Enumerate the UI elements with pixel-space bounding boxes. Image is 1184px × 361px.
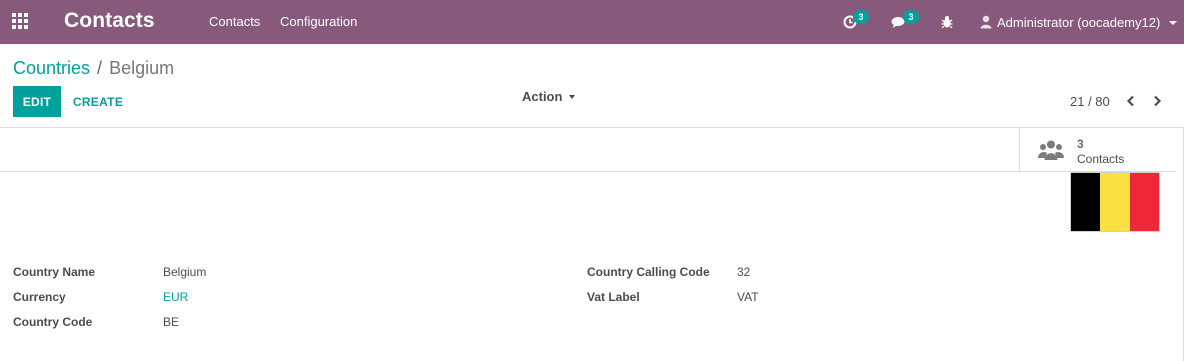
action-dropdown[interactable]: Action (522, 89, 576, 104)
main-navbar: Contacts Contacts Configuration 3 3 Admi… (0, 0, 1184, 44)
button-box-divider (0, 171, 1176, 172)
edit-button[interactable]: EDIT (13, 86, 61, 117)
create-button[interactable]: CREATE (64, 86, 132, 117)
menu-item-configuration[interactable]: Configuration (280, 14, 357, 29)
activity-button[interactable]: 3 (843, 10, 873, 32)
country-name-label: Country Name (13, 265, 96, 279)
messages-count-badge: 3 (903, 10, 919, 24)
flag-stripe-yellow (1100, 173, 1130, 231)
messages-button[interactable]: 3 (891, 10, 921, 32)
country-name-value: Belgium (163, 265, 207, 279)
calling-code-label: Country Calling Code (587, 265, 710, 279)
pager-previous-button[interactable] (1121, 91, 1139, 111)
users-icon (1038, 140, 1064, 160)
country-flag-image (1070, 172, 1160, 232)
currency-label: Currency (13, 290, 66, 304)
app-title: Contacts (64, 9, 155, 32)
vat-label-value: VAT (737, 290, 759, 304)
chevron-down-icon (1169, 20, 1178, 25)
user-name: Administrator (oocademy12) (997, 14, 1161, 30)
chevron-right-icon (1153, 95, 1161, 107)
bug-icon (941, 16, 953, 29)
flag-stripe-red (1129, 173, 1159, 231)
country-code-value: BE (163, 315, 180, 329)
breadcrumb-separator: / (97, 58, 103, 78)
breadcrumb: Countries / Belgium (13, 58, 174, 79)
user-icon (980, 15, 992, 29)
user-menu[interactable]: Administrator (oocademy12) (980, 13, 1178, 31)
activity-count-badge: 3 (853, 10, 869, 24)
pager-next-button[interactable] (1148, 91, 1166, 111)
breadcrumb-countries[interactable]: Countries (13, 58, 90, 79)
calling-code-value: 32 (737, 265, 751, 279)
contacts-count: 3 (1077, 137, 1084, 151)
breadcrumb-current: Belgium (109, 58, 175, 78)
caret-down-icon (569, 94, 576, 99)
control-panel-divider (0, 127, 1184, 128)
country-code-label: Country Code (13, 315, 93, 329)
apps-grid-icon[interactable] (12, 13, 30, 31)
vat-label-label: Vat Label (587, 290, 640, 304)
debug-button[interactable] (941, 12, 955, 32)
menu-item-contacts[interactable]: Contacts (209, 14, 260, 29)
contacts-stat-label: Contacts (1077, 152, 1125, 166)
flag-stripe-black (1071, 173, 1101, 231)
pager-value[interactable]: 21 / 80 (1070, 94, 1110, 109)
chevron-left-icon (1126, 95, 1134, 107)
action-dropdown-label: Action (522, 89, 563, 104)
currency-link[interactable]: EUR (163, 290, 188, 304)
contacts-stat-button[interactable]: 3 Contacts (1019, 128, 1176, 171)
